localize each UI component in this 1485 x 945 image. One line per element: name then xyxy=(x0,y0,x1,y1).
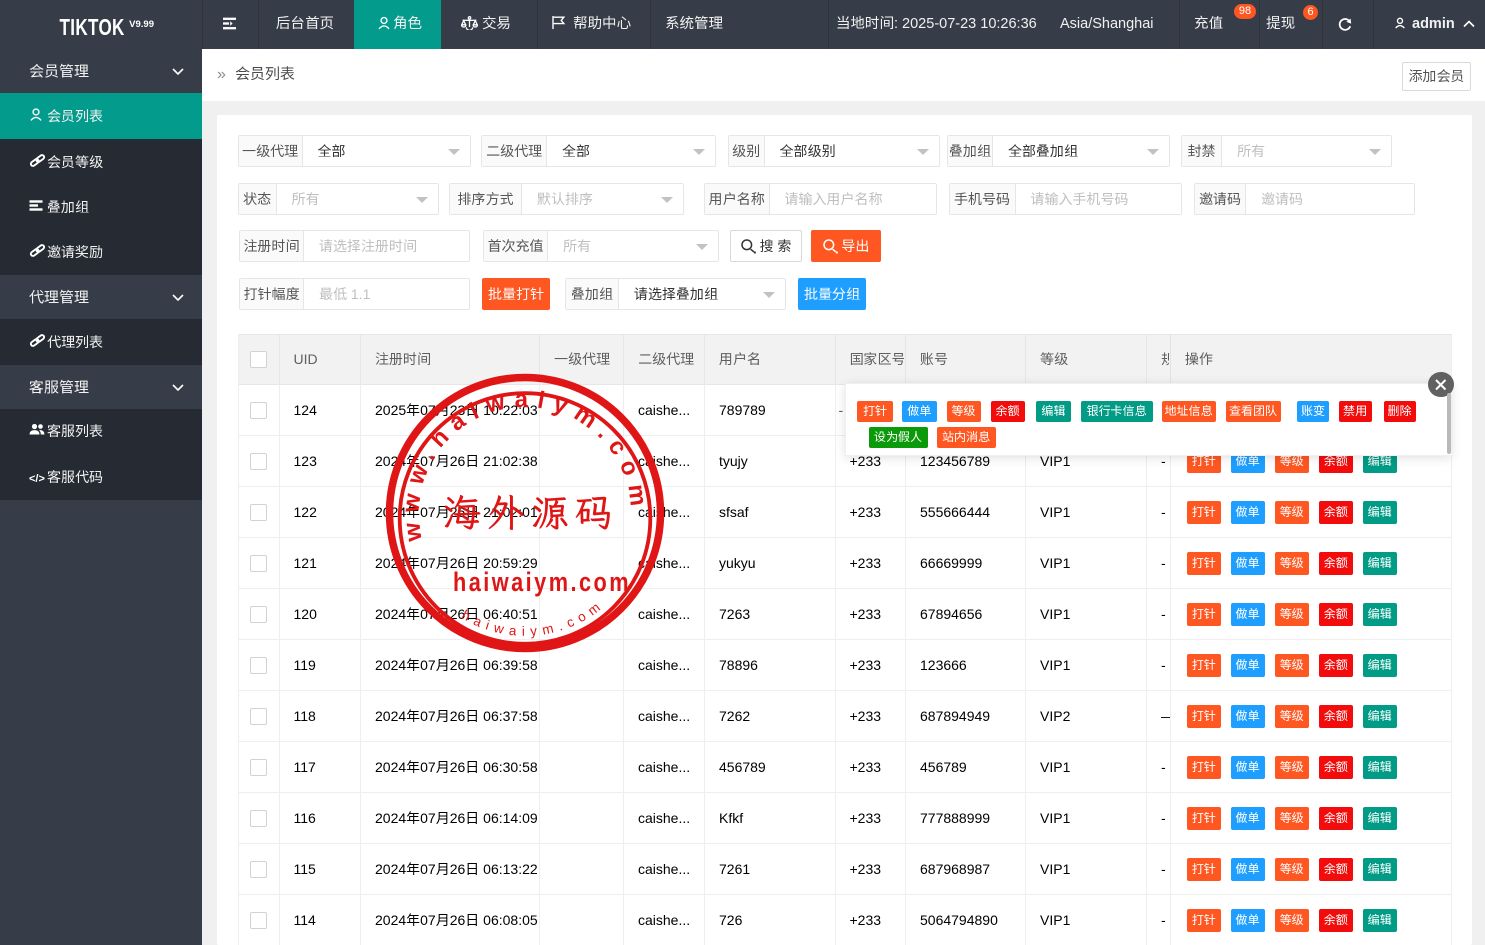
svg-text:海外源码: 海外源码 xyxy=(443,487,619,537)
svg-text:haiwaiym.com: haiwaiym.com xyxy=(453,568,631,598)
